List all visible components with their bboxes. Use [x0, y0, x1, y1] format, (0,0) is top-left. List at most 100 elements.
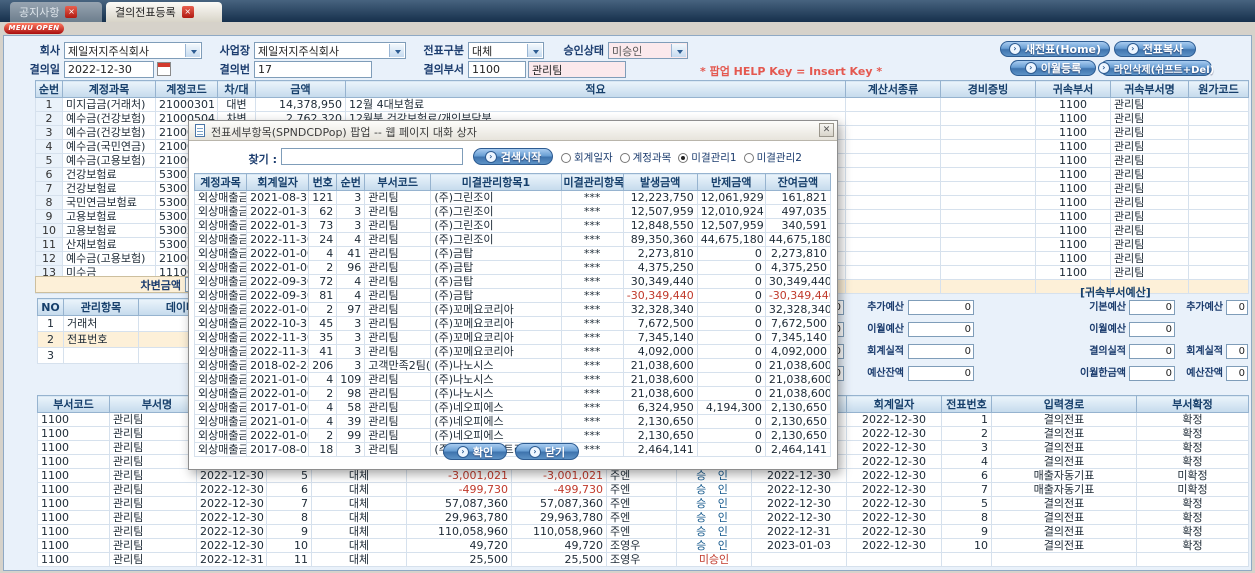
cell[interactable]: 21,038,600	[764, 358, 832, 373]
cell[interactable]: (주)금탑	[430, 246, 562, 261]
cell[interactable]: 81	[308, 288, 338, 303]
cell[interactable]: 대체	[311, 496, 407, 511]
cell[interactable]: 4	[35, 139, 63, 154]
cell[interactable]: 2,130,650	[764, 414, 832, 429]
cell[interactable]: 관리팀	[364, 400, 432, 415]
cell[interactable]: 2,130,650	[622, 428, 698, 443]
cell[interactable]: 고객만족2팀(JJ	[364, 358, 432, 373]
cell[interactable]: 확정	[1136, 426, 1249, 441]
cell[interactable]: ***	[560, 246, 624, 261]
cell[interactable]: 32,328,340	[764, 302, 832, 317]
cell[interactable]: 외상매출금	[193, 372, 248, 387]
cell[interactable]	[1188, 195, 1249, 210]
cell[interactable]: 관리팀	[1110, 251, 1189, 266]
copy-voucher-button[interactable]: › 전표복사	[1114, 41, 1196, 57]
cell[interactable]: 조영우	[606, 538, 677, 553]
cell[interactable]: 전표번호	[63, 331, 139, 348]
cell[interactable]: -3,001,021	[511, 468, 607, 483]
search-start-button[interactable]: › 검색시작	[473, 148, 553, 165]
cell[interactable]: 1	[941, 412, 992, 427]
cell[interactable]: 관리팀	[364, 246, 432, 261]
cell[interactable]: 주엔	[606, 496, 677, 511]
cell[interactable]: 결의전표	[991, 524, 1137, 539]
dept-code-input[interactable]	[468, 61, 526, 78]
cell[interactable]: ***	[560, 204, 624, 219]
budget-field[interactable]: 0	[1226, 344, 1248, 359]
cell[interactable]: 3	[941, 440, 992, 455]
tab-notice[interactable]: 공지사항 ×	[10, 2, 102, 22]
cell[interactable]: (주)그린조이	[430, 190, 562, 205]
cell[interactable]: 승 인	[676, 538, 752, 553]
cell[interactable]: 2017-08-01	[246, 442, 310, 457]
cell[interactable]: 건강보험료	[62, 181, 156, 196]
close-icon[interactable]: ×	[65, 6, 78, 18]
new-voucher-button[interactable]: › 새전표(Home)	[1000, 41, 1110, 57]
cell[interactable]: -3,001,021	[406, 468, 512, 483]
cell[interactable]: 2022-01-00	[246, 246, 310, 261]
cell[interactable]: 7	[941, 482, 992, 497]
search-input[interactable]	[281, 148, 463, 165]
cell[interactable]: 3	[37, 347, 64, 364]
cell[interactable]: 예수금(고용보험)	[62, 153, 156, 168]
cell[interactable]: 관리팀	[1110, 237, 1189, 252]
cell[interactable]: 97	[336, 302, 366, 317]
cell[interactable]: 7	[266, 496, 312, 511]
cell[interactable]: 예수금(국민연금)	[62, 139, 156, 154]
cell[interactable]: 0	[696, 274, 766, 289]
confirm-button[interactable]: › 확인	[443, 443, 507, 460]
cell[interactable]	[845, 111, 941, 126]
cell[interactable]: 승 인	[676, 468, 752, 483]
cell[interactable]: ***	[560, 274, 624, 289]
table-row[interactable]: 1100 관리팀	[37, 538, 205, 553]
cell[interactable]: 미승인	[676, 552, 752, 567]
budget-field[interactable]: 0	[908, 344, 974, 359]
cell[interactable]: 57,087,360	[511, 496, 607, 511]
cell[interactable]: 1100	[37, 482, 110, 497]
cell[interactable]: 24	[308, 232, 338, 247]
cell[interactable]: 2022-01-00	[246, 260, 310, 275]
cell[interactable]: 2022-12-30	[196, 524, 267, 539]
cell[interactable]: 21,038,600	[622, 372, 698, 387]
cell[interactable]: 관리팀	[364, 302, 432, 317]
table-row[interactable]: 외상매출금 2022-11-30 35 3 관리팀 (주)꼬메요코리아 *** 7,345,1…	[193, 330, 832, 345]
company-select[interactable]: 제일저지주식회사	[64, 42, 202, 59]
cell[interactable]: 49,720	[511, 538, 607, 553]
cell[interactable]: 0	[696, 442, 766, 457]
voucher-type-select[interactable]: 대체	[468, 42, 544, 59]
cell[interactable]: 결의전표	[991, 538, 1137, 553]
cell[interactable]: 미확정	[1136, 482, 1249, 497]
cell[interactable]: ***	[560, 232, 624, 247]
cell[interactable]: 1100	[1035, 265, 1111, 280]
cell[interactable]: 관리팀	[364, 232, 432, 247]
table-row[interactable]: 1100 관리팀	[37, 482, 205, 497]
cell[interactable]: 관리팀	[364, 218, 432, 233]
cell[interactable]	[940, 139, 1036, 154]
cell[interactable]: 2,273,810	[622, 246, 698, 261]
cell[interactable]: -30,349,440	[764, 288, 832, 303]
cell[interactable]	[1188, 97, 1249, 112]
cell[interactable]	[1188, 139, 1249, 154]
cell[interactable]: 2022-12-30	[846, 538, 942, 553]
cell[interactable]	[845, 251, 941, 266]
cell[interactable]: 0	[696, 246, 766, 261]
cell[interactable]: ***	[560, 302, 624, 317]
cell[interactable]: 9	[941, 524, 992, 539]
cell[interactable]: 121	[308, 190, 338, 205]
cell[interactable]: 98	[336, 386, 366, 401]
cell[interactable]: ***	[560, 372, 624, 387]
cell[interactable]	[940, 223, 1036, 238]
cell[interactable]: 4,375,250	[764, 260, 832, 275]
cell[interactable]: 2022-12-30	[846, 496, 942, 511]
cell[interactable]: (주)금탑	[430, 260, 562, 275]
cell[interactable]: (주)꼬메요코리아	[430, 302, 562, 317]
cell[interactable]: 6,324,950	[622, 400, 698, 415]
cell[interactable]: -499,730	[511, 482, 607, 497]
cell[interactable]: 2022-11-30	[246, 330, 310, 345]
cell[interactable]: 외상매출금	[193, 316, 248, 331]
cell[interactable]	[1188, 223, 1249, 238]
cell[interactable]: 0	[696, 302, 766, 317]
cell[interactable]: ***	[560, 218, 624, 233]
cell[interactable]: 관리팀	[1110, 97, 1189, 112]
cell[interactable]: 1	[35, 97, 63, 112]
table-row[interactable]: 2022-12-30 8 대체 29,963,780 29,963,780 주엔 승 인 20…	[196, 510, 1249, 525]
